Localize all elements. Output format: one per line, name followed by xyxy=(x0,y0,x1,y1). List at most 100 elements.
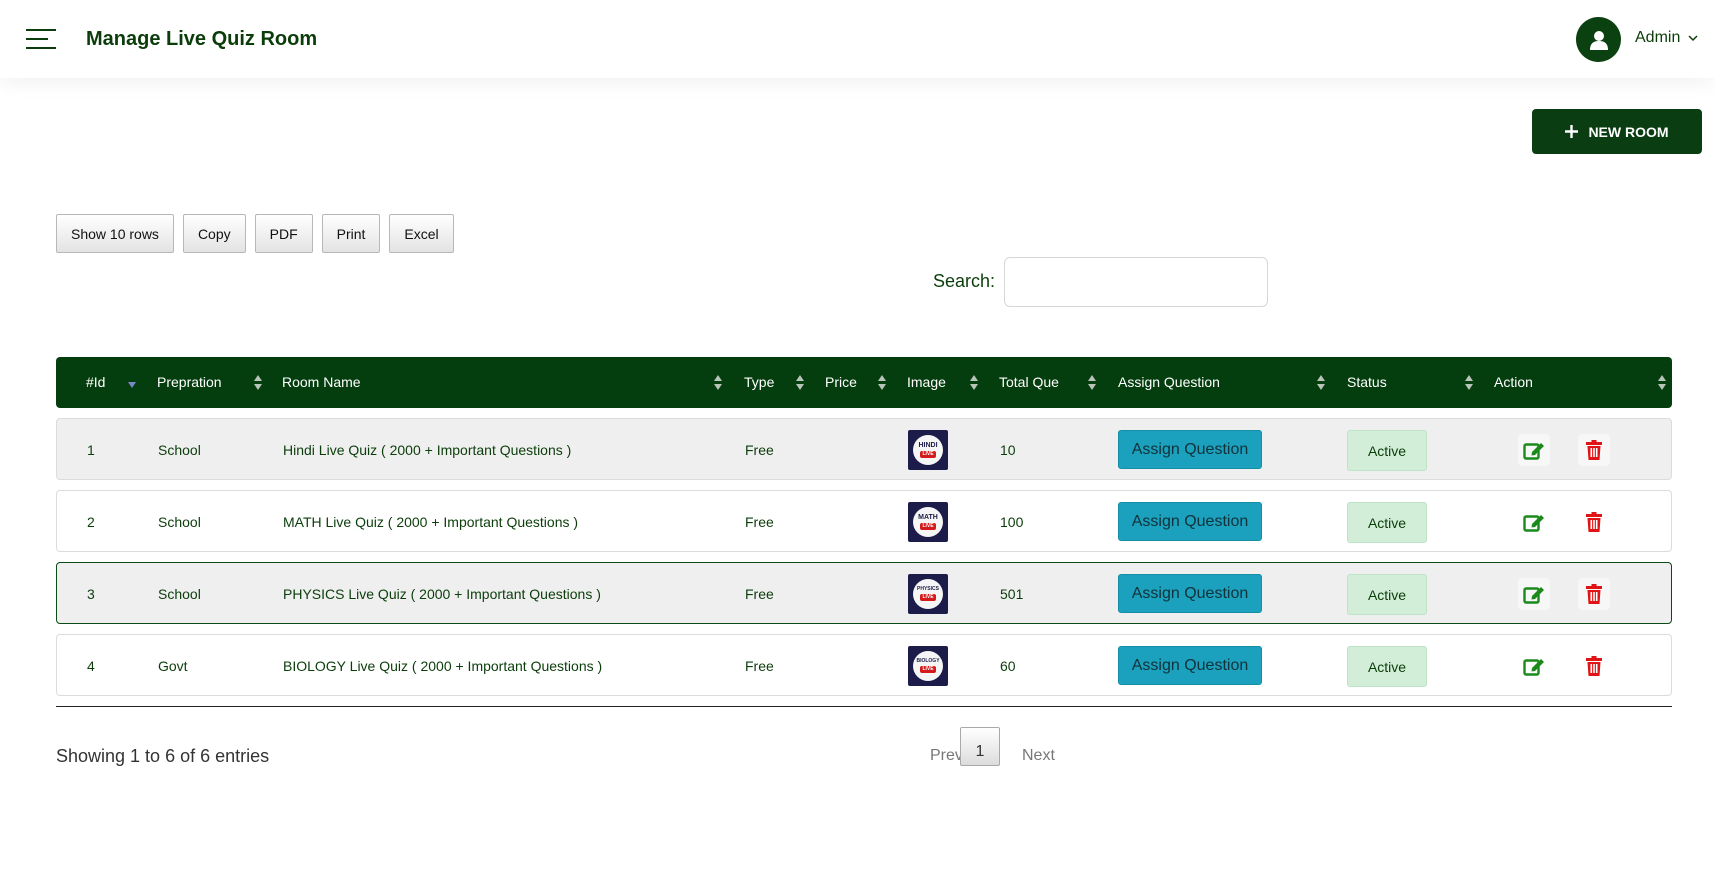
column-header-status[interactable]: Status xyxy=(1347,374,1387,390)
export-toolbar: Show 10 rows Copy PDF Print Excel xyxy=(56,214,454,253)
page-title: Manage Live Quiz Room xyxy=(86,28,318,50)
column-header-price[interactable]: Price xyxy=(825,374,857,390)
trash-icon xyxy=(1586,656,1602,676)
status-badge: Active xyxy=(1347,574,1427,615)
chevron-down-icon xyxy=(1688,34,1698,41)
sort-icon[interactable] xyxy=(1317,374,1325,391)
cell-total-que: 100 xyxy=(1000,514,1024,530)
cell-total-que: 501 xyxy=(1000,586,1024,602)
edit-button[interactable] xyxy=(1518,578,1550,610)
cell-total-que: 10 xyxy=(1000,442,1016,458)
assign-question-button[interactable]: Assign Question xyxy=(1118,430,1262,469)
user-menu[interactable]: Admin xyxy=(1635,29,1698,47)
cell-type: Free xyxy=(745,658,774,674)
search-input[interactable] xyxy=(1004,257,1268,307)
cell-prepration: Govt xyxy=(158,658,188,674)
sort-icon[interactable] xyxy=(254,374,262,391)
excel-button[interactable]: Excel xyxy=(389,214,454,253)
edit-icon xyxy=(1523,443,1544,460)
cell-id: 2 xyxy=(87,514,95,530)
table-row[interactable]: 2 School MATH Live Quiz ( 2000 + Importa… xyxy=(56,490,1672,552)
column-header-prepration[interactable]: Prepration xyxy=(157,374,222,390)
thumbnail-text: MATH xyxy=(918,514,938,521)
cell-type: Free xyxy=(745,514,774,530)
search-label: Search: xyxy=(933,271,996,291)
edit-button[interactable] xyxy=(1518,650,1550,682)
room-thumbnail: BIOLOGY LIVE xyxy=(908,646,948,686)
cell-type: Free xyxy=(745,442,774,458)
column-header-image[interactable]: Image xyxy=(907,374,946,390)
sort-icon[interactable] xyxy=(1658,374,1666,391)
cell-room-name: PHYSICS Live Quiz ( 2000 + Important Que… xyxy=(283,586,601,602)
delete-button[interactable] xyxy=(1578,578,1610,610)
sort-icon[interactable] xyxy=(970,374,978,391)
thumbnail-text: PHYSICS xyxy=(917,586,939,592)
column-header-total-que[interactable]: Total Que xyxy=(999,374,1059,390)
table-row[interactable]: 4 Govt BIOLOGY Live Quiz ( 2000 + Import… xyxy=(56,634,1672,696)
thumbnail-text: HINDI xyxy=(918,442,938,449)
trash-icon xyxy=(1586,584,1602,604)
cell-prepration: School xyxy=(158,514,201,530)
column-header-type[interactable]: Type xyxy=(744,374,774,390)
delete-button[interactable] xyxy=(1578,434,1610,466)
pdf-button[interactable]: PDF xyxy=(254,214,313,253)
trash-icon xyxy=(1586,512,1602,532)
status-badge: Active xyxy=(1347,502,1427,543)
pagination-next[interactable]: Next xyxy=(1022,747,1055,765)
thumbnail-live-badge: LIVE xyxy=(920,523,936,530)
cell-prepration: School xyxy=(158,586,201,602)
avatar[interactable] xyxy=(1576,17,1621,62)
cell-room-name: Hindi Live Quiz ( 2000 + Important Quest… xyxy=(283,442,572,458)
cell-total-que: 60 xyxy=(1000,658,1016,674)
room-thumbnail: PHYSICS LIVE xyxy=(908,574,948,614)
new-room-button[interactable]: NEW ROOM xyxy=(1532,109,1702,154)
edit-icon xyxy=(1523,515,1544,532)
copy-button[interactable]: Copy xyxy=(182,214,246,253)
pagination-prev[interactable]: Prev xyxy=(930,747,963,765)
sort-desc-icon[interactable] xyxy=(128,379,136,396)
cell-id: 3 xyxy=(87,586,95,602)
edit-icon xyxy=(1523,659,1544,676)
column-header-id[interactable]: #Id xyxy=(86,374,105,390)
show-rows-button[interactable]: Show 10 rows xyxy=(56,214,174,253)
sort-icon[interactable] xyxy=(796,374,804,391)
cell-prepration: School xyxy=(158,442,201,458)
edit-icon xyxy=(1523,587,1544,604)
edit-button[interactable] xyxy=(1518,434,1550,466)
plus-icon xyxy=(1565,125,1579,138)
cell-room-name: BIOLOGY Live Quiz ( 2000 + Important Que… xyxy=(283,658,603,674)
delete-button[interactable] xyxy=(1578,506,1610,538)
assign-question-button[interactable]: Assign Question xyxy=(1118,502,1262,541)
print-button[interactable]: Print xyxy=(321,214,381,253)
thumbnail-live-badge: LIVE xyxy=(920,666,936,673)
cell-id: 1 xyxy=(87,442,95,458)
column-header-room-name[interactable]: Room Name xyxy=(282,374,361,390)
status-badge: Active xyxy=(1347,430,1427,471)
table-row[interactable]: 1 School Hindi Live Quiz ( 2000 + Import… xyxy=(56,418,1672,480)
table-header: #Id Prepration Room Name Type Price Imag… xyxy=(56,357,1672,408)
cell-room-name: MATH Live Quiz ( 2000 + Important Questi… xyxy=(283,514,579,530)
sort-icon[interactable] xyxy=(878,374,886,391)
table-row[interactable]: 3 School PHYSICS Live Quiz ( 2000 + Impo… xyxy=(56,562,1672,624)
pagination-page-1[interactable]: 1 xyxy=(960,727,1000,766)
top-navbar: Manage Live Quiz Room Admin xyxy=(0,0,1714,78)
room-thumbnail: MATH LIVE xyxy=(908,502,948,542)
column-header-action[interactable]: Action xyxy=(1494,374,1533,390)
sort-icon[interactable] xyxy=(1088,374,1096,391)
assign-question-button[interactable]: Assign Question xyxy=(1118,574,1262,613)
sort-icon[interactable] xyxy=(714,374,722,391)
cell-id: 4 xyxy=(87,658,95,674)
thumbnail-live-badge: LIVE xyxy=(920,451,936,458)
trash-icon xyxy=(1586,440,1602,460)
column-header-assign-question[interactable]: Assign Question xyxy=(1118,374,1220,390)
assign-question-button[interactable]: Assign Question xyxy=(1118,646,1262,685)
user-icon xyxy=(1589,30,1608,50)
new-room-label: NEW ROOM xyxy=(1588,123,1669,140)
status-badge: Active xyxy=(1347,646,1427,687)
sort-icon[interactable] xyxy=(1465,374,1473,391)
hamburger-icon[interactable] xyxy=(26,29,56,49)
edit-button[interactable] xyxy=(1518,506,1550,538)
delete-button[interactable] xyxy=(1578,650,1610,682)
thumbnail-text: BIOLOGY xyxy=(916,658,940,664)
thumbnail-live-badge: LIVE xyxy=(920,594,936,601)
